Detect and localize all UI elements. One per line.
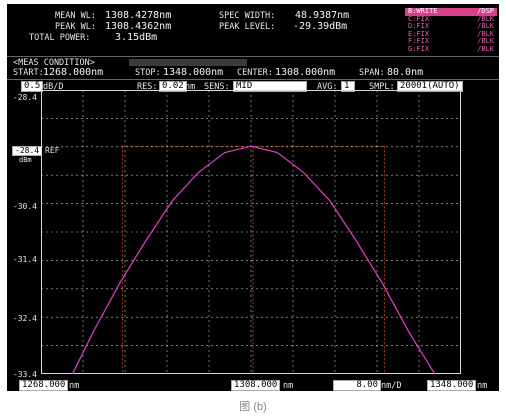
trace-name: G:FIX [408,44,430,53]
y-tick-label: -28.4 [12,93,37,102]
peak-level-value: -29.39dBm [293,21,348,32]
mean-wl-label: MEAN WL: [55,11,96,21]
start-value: 1268.000nm [43,67,104,78]
spectrum-plot [41,90,461,374]
total-power-label: TOTAL POWER: [29,33,91,43]
start-label: START: [13,68,44,78]
bottom-stop-unit: nm [477,381,488,391]
mean-wl-value: 1308.4278nm [105,10,172,21]
stop-value: 1348.000nm [163,67,224,78]
divider [7,79,499,80]
grid [41,90,461,374]
dim-banner [129,59,247,66]
bottom-stop-box[interactable]: 1348.000 [427,380,477,391]
span-label: SPAN: [359,68,385,78]
osa-screen: MEAN WL: 1308.4278nm PEAK WL: 1308.4362n… [7,4,499,391]
span-value: 80.0nm [387,67,424,78]
peak-wl-value: 1308.4362nm [105,21,172,32]
bottom-start-box[interactable]: 1268.000 [19,380,69,391]
figure-caption: 图 (b) [239,401,267,413]
bottom-div-unit: nm/D [381,381,402,391]
trace-status-row[interactable]: G:FIX/BLK [405,44,497,54]
spec-width-value: 48.9387nm [295,10,350,21]
y-tick-label: -32.4 [12,314,37,323]
total-power-value: 3.15dBm [115,32,158,43]
center-value: 1308.000nm [275,67,336,78]
trace-status-panel: B:WRITE/DSP C:FIX/BLK D:FIX/BLK E:FIX/BLK F:… [405,7,497,56]
peak-wl-label: PEAK WL: [55,22,96,32]
spec-width-label: SPEC WIDTH: [219,11,276,21]
peak-level-label: PEAK LEVEL: [219,22,276,32]
stop-label: STOP: [135,68,161,78]
bottom-div-box[interactable]: 8.00 [333,380,381,391]
ref-level-box: -28.4 [12,146,43,156]
bottom-center-unit: nm [283,381,294,391]
divider [7,56,499,57]
bottom-center-box[interactable]: 1308.000 [231,380,281,391]
y-tick-label: -31.4 [12,255,37,264]
trace-mode: /BLK [477,44,494,53]
scale-value-box[interactable]: 0.5 [21,81,44,92]
center-label: CENTER: [237,68,273,78]
y-tick-label: -33.4 [12,370,37,379]
bottom-start-unit: nm [69,381,80,391]
ref-unit: dBm [19,156,32,164]
y-tick-label: -30.4 [12,202,37,211]
